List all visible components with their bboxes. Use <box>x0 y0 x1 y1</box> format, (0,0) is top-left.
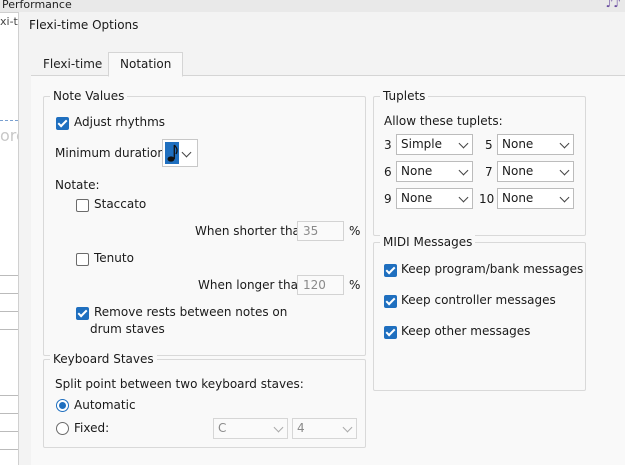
keep-other-checkbox[interactable] <box>384 326 397 339</box>
fixed-radio[interactable] <box>56 422 69 435</box>
tuplet-6-select[interactable]: None <box>396 161 473 182</box>
note-values-legend: Note Values <box>50 89 128 103</box>
tuplets-group: Tuplets Allow these tuplets: 3 Simple 5 … <box>373 89 586 236</box>
tuplet-9-label: 9 <box>384 192 392 206</box>
background-dashed-line <box>0 120 18 121</box>
tuplet-6-value: None <box>401 164 433 178</box>
automatic-label: Automatic <box>74 398 136 412</box>
when-shorter-label: When shorter than: <box>195 224 312 238</box>
chevron-down-icon <box>559 192 570 203</box>
split-note-select[interactable]: C <box>213 418 288 439</box>
keyboard-staves-legend: Keyboard Staves <box>50 352 157 366</box>
split-octave-value: 4 <box>297 421 305 435</box>
staff-line <box>0 311 18 312</box>
tuplet-10-label: 10 <box>479 192 495 206</box>
minimum-duration-dropdown[interactable] <box>162 139 198 167</box>
keep-controller-checkbox[interactable] <box>384 295 397 308</box>
tuplet-9-value: None <box>401 191 433 205</box>
staccato-label: Staccato <box>94 197 147 211</box>
when-shorter-input[interactable]: 35 <box>297 221 344 241</box>
automatic-radio[interactable] <box>56 399 69 412</box>
when-longer-input[interactable]: 120 <box>297 275 344 295</box>
chevron-down-icon <box>458 165 469 176</box>
tuplets-legend: Tuplets <box>380 89 429 103</box>
split-note-value: C <box>218 421 227 435</box>
chevron-down-icon <box>559 165 570 176</box>
note-values-group: Note Values Adjust rhythms Minimum durat… <box>43 89 366 356</box>
tuplet-7-value: None <box>502 164 534 178</box>
flexi-time-options-dialog: Flexi-time Options Flexi-time Notation N… <box>18 12 625 465</box>
percent-label: % <box>349 278 361 292</box>
midi-messages-group: MIDI Messages Keep program/bank messages… <box>373 235 586 391</box>
staff-line <box>0 431 18 432</box>
when-longer-label: When longer than: <box>198 278 310 292</box>
tenuto-checkbox[interactable] <box>76 253 89 266</box>
staff-line <box>0 329 18 330</box>
tuplet-10-value: None <box>502 191 534 205</box>
staff-line <box>0 275 18 276</box>
tuplet-5-label: 5 <box>485 138 493 152</box>
keep-other-label: Keep other messages <box>401 324 531 338</box>
chevron-down-icon <box>181 147 192 158</box>
staff-line <box>0 395 18 396</box>
tuplet-6-label: 6 <box>384 165 392 179</box>
minimum-duration-label: Minimum duration: <box>55 146 169 160</box>
adjust-rhythms-checkbox[interactable] <box>56 117 69 130</box>
keyboard-staves-group: Keyboard Staves Split point between two … <box>43 352 366 448</box>
tab-notation[interactable]: Notation <box>108 52 184 77</box>
tuplet-9-select[interactable]: None <box>396 188 473 209</box>
percent-label: % <box>349 224 361 238</box>
tuplet-3-label: 3 <box>384 138 392 152</box>
background-tab-title[interactable]: Performance <box>2 0 72 11</box>
chevron-down-icon <box>458 138 469 149</box>
tenuto-label: Tenuto <box>94 251 134 265</box>
tuplet-10-select[interactable]: None <box>497 188 574 209</box>
allow-tuplets-label: Allow these tuplets: <box>384 114 503 128</box>
chevron-down-icon <box>559 138 570 149</box>
keep-controller-label: Keep controller messages <box>401 293 556 307</box>
background-partial-title: xi-t <box>0 15 18 28</box>
midi-messages-legend: MIDI Messages <box>380 235 476 249</box>
remove-rests-label: Remove rests between notes on <box>94 305 288 319</box>
chevron-down-icon <box>458 192 469 203</box>
staccato-checkbox[interactable] <box>76 199 89 212</box>
split-point-label: Split point between two keyboard staves: <box>55 377 304 391</box>
chevron-down-icon <box>342 422 353 433</box>
staff-line <box>0 293 18 294</box>
music-note-icon: ♪♪ <box>605 0 621 10</box>
remove-rests-checkbox[interactable] <box>76 307 89 320</box>
eighth-note-icon <box>165 142 179 164</box>
staff-line <box>0 413 18 414</box>
remove-rests-label-line2: drum staves <box>90 322 165 336</box>
tuplet-7-select[interactable]: None <box>497 161 574 182</box>
notate-label: Notate: <box>55 178 100 192</box>
tuplet-3-select[interactable]: Simple <box>396 134 473 155</box>
keep-program-bank-label: Keep program/bank messages <box>401 262 584 276</box>
tuplet-5-select[interactable]: None <box>497 134 574 155</box>
chevron-down-icon <box>273 422 284 433</box>
tuplet-7-label: 7 <box>485 165 493 179</box>
tuplet-3-value: Simple <box>401 137 442 151</box>
tab-flexi-time[interactable]: Flexi-time <box>32 53 113 75</box>
keep-program-bank-checkbox[interactable] <box>384 264 397 277</box>
tuplet-5-value: None <box>502 137 534 151</box>
staff-line <box>0 449 18 450</box>
fixed-label: Fixed: <box>74 421 110 435</box>
adjust-rhythms-label: Adjust rhythms <box>74 115 166 129</box>
split-octave-select[interactable]: 4 <box>292 418 357 439</box>
dialog-title: Flexi-time Options <box>29 18 139 32</box>
